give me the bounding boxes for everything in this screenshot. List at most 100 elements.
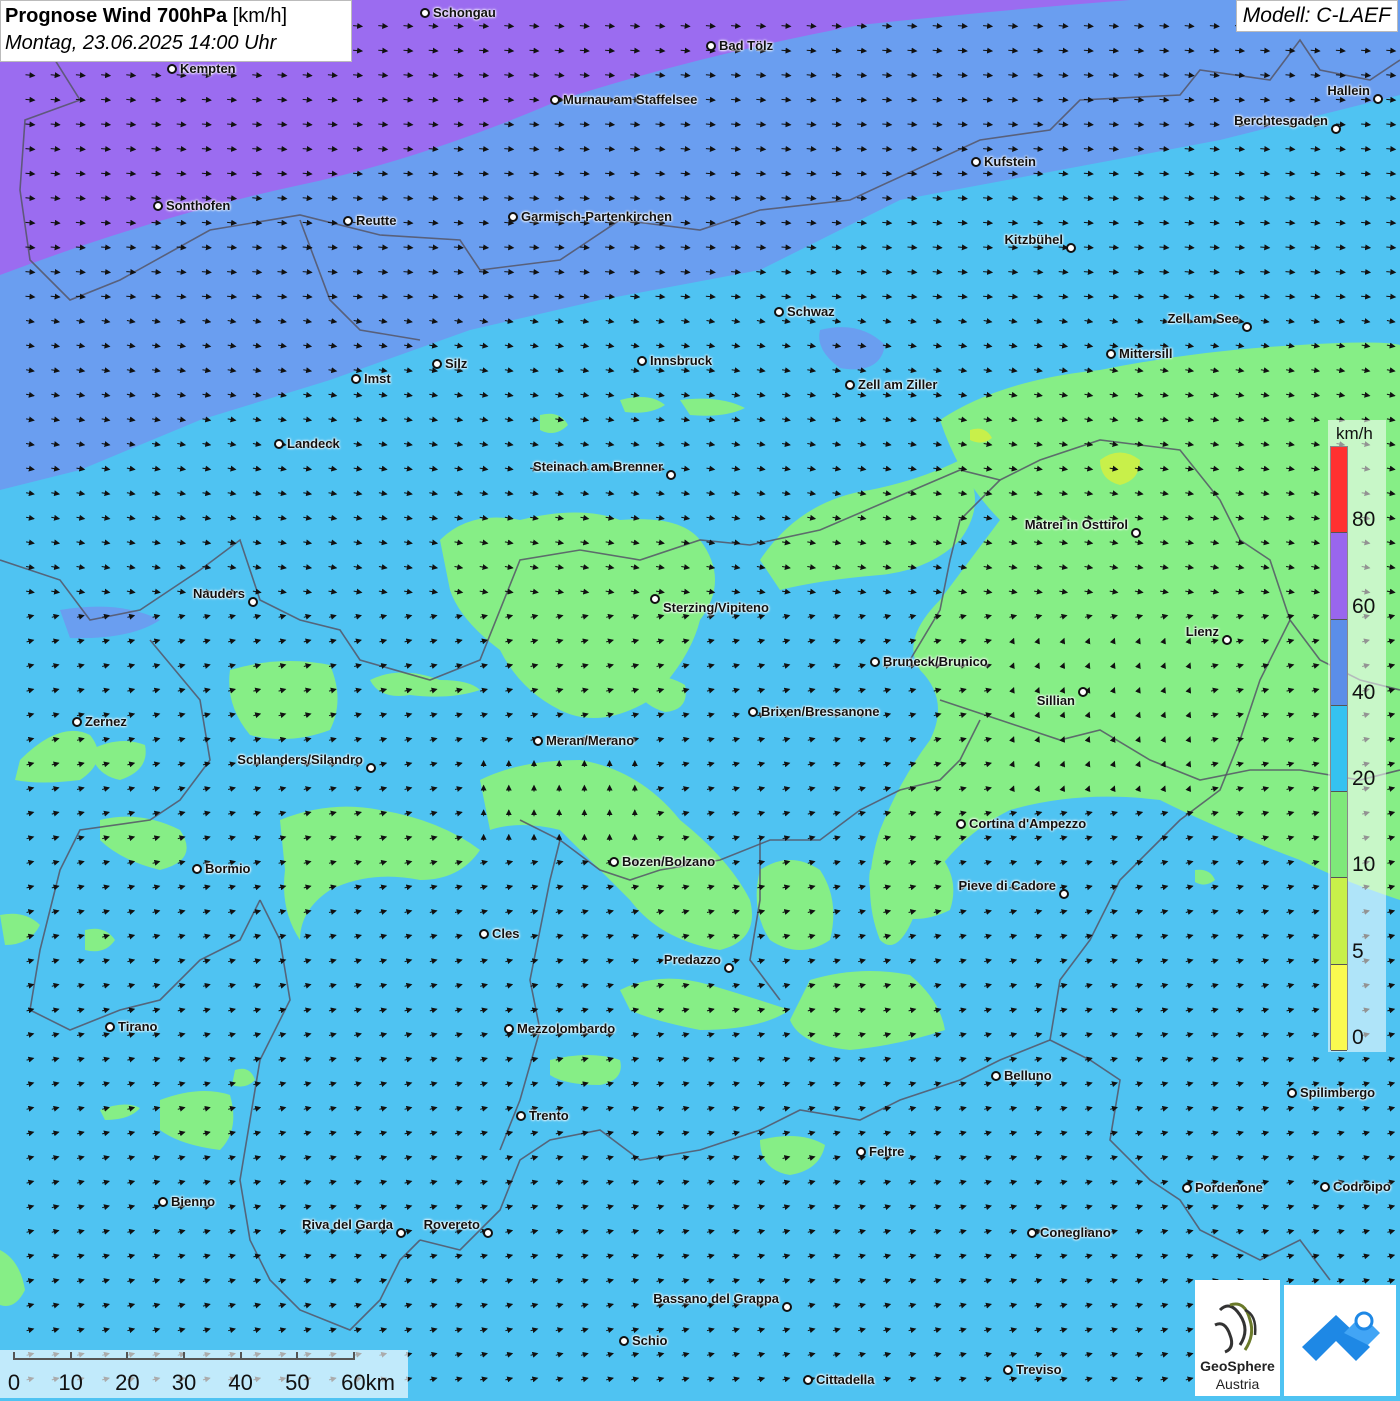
title-unit: [km/h] — [232, 5, 288, 27]
city-marker — [991, 1071, 1001, 1081]
city-label: Bassano del Grappa — [653, 1291, 779, 1306]
scale-bar: 0 10 20 30 40 50 60km — [0, 1350, 408, 1398]
city-label: Garmisch-Partenkirchen — [521, 209, 673, 224]
city-marker — [856, 1147, 866, 1157]
city-marker — [420, 8, 430, 18]
city-label: Brixen/Bressanone — [761, 704, 880, 719]
city-label: Feltre — [869, 1144, 905, 1159]
city-label: Hallein — [1327, 83, 1370, 98]
city-marker — [803, 1375, 813, 1385]
city-label: Berchtesgaden — [1234, 113, 1328, 128]
city-marker — [870, 657, 880, 667]
app-logo — [1284, 1285, 1396, 1396]
city-label: Innsbruck — [650, 353, 713, 368]
city-label: Spilimbergo — [1300, 1085, 1376, 1100]
city-label: Sonthofen — [166, 198, 231, 213]
city-label: Reutte — [356, 213, 397, 228]
city-label: Tirano — [118, 1019, 158, 1034]
city-label: Pordenone — [1195, 1180, 1263, 1195]
city-label: Murnau am Staffelsee — [563, 92, 698, 107]
legend-swatch — [1331, 792, 1347, 879]
city-label: Sillian — [1036, 693, 1075, 708]
city-label: Matrei in Osttirol — [1024, 517, 1128, 532]
model-label: Modell: C-LAEF — [1235, 0, 1398, 32]
map-title: Prognose Wind 700hPa [km/h] — [5, 3, 347, 29]
city-marker — [1222, 635, 1232, 645]
city-marker — [105, 1022, 115, 1032]
city-label: Bruneck/Brunico — [883, 654, 988, 669]
city-label: Trento — [529, 1108, 569, 1123]
scale-tick — [239, 1352, 242, 1360]
city-marker — [1078, 687, 1088, 697]
city-label: Predazzo — [663, 952, 721, 967]
city-marker — [366, 763, 376, 773]
city-label: Cortina d'Ampezzo — [969, 816, 1087, 831]
scale-label: 30 — [171, 1370, 197, 1395]
city-marker — [748, 707, 758, 717]
city-label: Schlanders/Silandro — [237, 752, 363, 767]
city-marker — [619, 1336, 629, 1346]
city-label: Lienz — [1185, 624, 1219, 639]
app-logo-icon — [1302, 1311, 1380, 1361]
city-label: Zell am Ziller — [858, 377, 938, 392]
city-marker — [248, 597, 258, 607]
city-marker — [650, 594, 660, 604]
city-label: Bienno — [171, 1194, 216, 1209]
city-marker — [782, 1302, 792, 1312]
legend-label: 20 — [1352, 767, 1376, 791]
scale-tick — [126, 1352, 129, 1360]
scale-label: 50 — [285, 1370, 310, 1395]
city-marker — [609, 857, 619, 867]
city-marker — [432, 359, 442, 369]
legend-swatch — [1331, 964, 1347, 1051]
scale-tick — [69, 1352, 72, 1360]
city-label: Bormio — [205, 861, 251, 876]
city-marker — [516, 1111, 526, 1121]
city-label: Silz — [445, 356, 468, 371]
city-marker — [1373, 94, 1383, 104]
city-marker — [971, 157, 981, 167]
city-marker — [508, 212, 518, 222]
logo-name: GeoSphere — [1200, 1358, 1275, 1374]
geosphere-logo: GeoSphere Austria — [1195, 1280, 1280, 1396]
city-marker — [533, 736, 543, 746]
city-marker — [1242, 322, 1252, 332]
city-marker — [483, 1228, 493, 1238]
scale-label: 40 — [228, 1370, 253, 1395]
city-label: Sterzing/Vipiteno — [663, 600, 769, 615]
city-marker — [153, 201, 163, 211]
scale-tick — [183, 1352, 185, 1360]
map-subtitle: Montag, 23.06.2025 14:00 Uhr — [5, 32, 277, 54]
city-label: Kitzbühel — [1004, 232, 1064, 247]
city-label: Cles — [492, 926, 520, 941]
title-main: Prognose Wind 700hPa — [5, 5, 228, 27]
city-marker — [274, 439, 284, 449]
legend-swatch — [1331, 705, 1347, 793]
city-marker — [1027, 1228, 1037, 1238]
city-label: Schio — [632, 1333, 668, 1348]
city-marker — [192, 864, 202, 874]
city-marker — [479, 929, 489, 939]
city-marker — [1066, 243, 1076, 253]
logo-sub: Austria — [1215, 1376, 1260, 1392]
city-marker — [1131, 528, 1141, 538]
city-marker — [343, 216, 353, 226]
legend-label: 40 — [1352, 680, 1376, 704]
city-label: Mittersill — [1119, 346, 1173, 361]
city-label: Schongau — [433, 5, 496, 20]
scale-label: 0 — [7, 1370, 21, 1395]
legend-swatch — [1331, 447, 1347, 534]
city-marker — [1287, 1088, 1297, 1098]
city-marker — [774, 307, 784, 317]
city-marker — [167, 64, 177, 74]
city-label: Kempten — [180, 61, 236, 76]
geosphere-logo-icon — [1214, 1302, 1257, 1354]
city-marker — [158, 1197, 168, 1207]
city-label: Meran/Merano — [546, 733, 635, 748]
city-marker — [845, 380, 855, 390]
city-label: Zernez — [85, 714, 127, 729]
city-marker — [550, 95, 560, 105]
city-marker — [724, 963, 734, 973]
city-marker — [351, 374, 361, 384]
city-label: Bad Tölz — [719, 38, 774, 53]
